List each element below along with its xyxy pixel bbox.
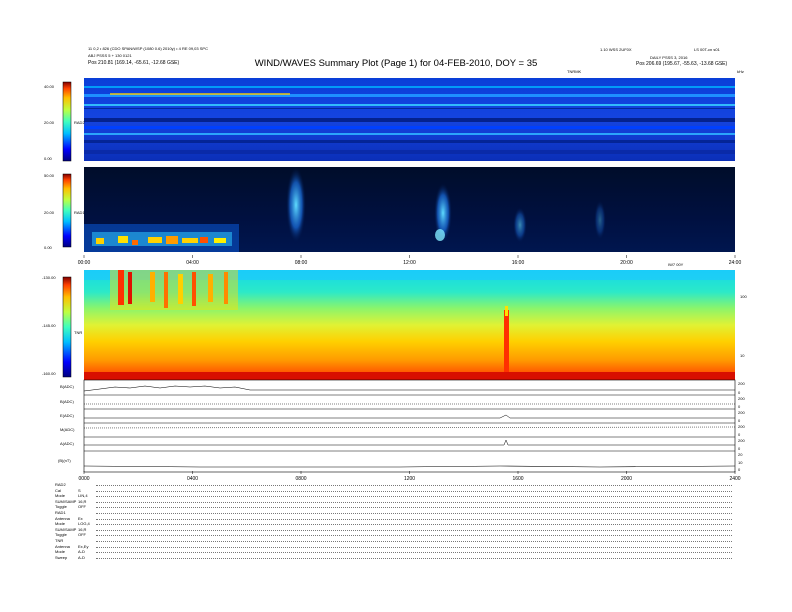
rad1-tick-top: 50.00	[44, 173, 55, 178]
footer-value: OFF	[78, 532, 86, 538]
footer-dotted-rule	[96, 501, 732, 503]
lower-time-tick-label: 2400	[729, 476, 740, 482]
line-right-5-top: 200	[738, 438, 745, 443]
lower-time-tick-label: 2000	[621, 476, 632, 482]
footer-key: Antenna	[55, 543, 70, 549]
footer-key: Antenna	[55, 515, 70, 521]
lower-time-tick-label: 1600	[512, 476, 523, 482]
line-right-3-top: 200	[738, 410, 745, 415]
footer-key: TNR	[55, 538, 64, 543]
line-right-1-bot: 0	[738, 390, 741, 395]
rad2-tick-top: 40.00	[44, 84, 55, 89]
upper-time-axis: 00:00 04:00 08:00 12:00 16:00 20:00 24:00	[78, 255, 742, 266]
tnr-tick-mid: -145.00	[42, 323, 56, 328]
rad2-tick-mid: 20.00	[44, 120, 55, 125]
footer-key: Toggle	[55, 532, 67, 538]
footer-value: OFF	[78, 504, 86, 510]
upper-time-tick-label: 08:00	[295, 260, 308, 266]
footer-dotted-rule	[96, 490, 732, 492]
line-label-5: A(ADC)	[60, 441, 74, 446]
tnr-tick-bottom: -160.00	[42, 371, 56, 376]
tnr-spectrogram	[84, 270, 735, 380]
footer-dotted-rule	[96, 541, 732, 542]
rad1-label: RAD1	[74, 210, 85, 215]
line-right-4-top: 200	[738, 424, 745, 429]
summary-plot: 00:00 04:00 08:00 12:00 16:00 20:00 24:00 0000…	[62, 78, 742, 482]
upper-time-tick-label: 20:00	[620, 260, 633, 266]
footer-value: A-D	[78, 554, 85, 560]
line-right-6-c: 0	[738, 467, 741, 472]
rad1-colorbar	[62, 173, 72, 248]
footer-key: Mode	[55, 521, 66, 527]
lower-time-tick-label: 0400	[187, 476, 198, 482]
rad2-colorbar	[62, 81, 72, 162]
footer-value: LOG,4	[78, 521, 90, 527]
footer-dotted-rule	[96, 552, 732, 554]
lower-time-tick-label: 0000	[78, 476, 89, 482]
footer-key: SUM/SAMP	[55, 498, 77, 504]
upper-time-tick-label: 24:00	[729, 260, 742, 266]
footer-value: Ex	[78, 515, 83, 521]
footer-value: 16,R	[78, 498, 87, 504]
footer-value: 16,R	[78, 526, 87, 532]
tnr-right-tick-10: 10	[740, 353, 745, 358]
upper-time-tick-label: 04:00	[186, 260, 199, 266]
footer-dotted-rule	[96, 557, 732, 559]
footer-key: Mode	[55, 493, 66, 499]
line-label-6: (B)(nT)	[58, 458, 71, 463]
lower-time-axis: 0000 0400 0800 1200 1600 2000 2400	[78, 471, 741, 482]
tnr-right-tick-100: 100	[740, 294, 747, 299]
line-right-3-bot: 0	[738, 418, 741, 423]
footer-key: SUM/SAMP	[55, 526, 77, 532]
footer-value: Ex,Ey	[78, 543, 89, 549]
footer-dotted-rule	[96, 513, 732, 514]
line-label-4: M(ADC)	[60, 427, 75, 432]
rad1-tick-bottom: 0.00	[44, 245, 52, 250]
rad1-spectrogram	[84, 167, 735, 252]
upper-axis-right-label: IW7 00Y	[668, 262, 684, 267]
footer-dotted-rule	[96, 524, 732, 526]
tnr-tick-top: -130.00	[42, 275, 56, 280]
line-label-3: E(ADC)	[60, 413, 74, 418]
footer-dotted-rule	[96, 485, 732, 486]
footer-value: LIN,4	[78, 493, 88, 499]
footer-value: A-D	[78, 549, 85, 555]
footer-dotted-rule	[96, 496, 732, 498]
line-right-6-b: 10	[738, 460, 743, 465]
line-right-4-bot: 0	[738, 432, 741, 437]
line-right-2-top: 200	[738, 396, 745, 401]
rad2-tick-bottom: 0.00	[44, 156, 52, 161]
footer-key: Toggle	[55, 504, 67, 510]
upper-time-tick-label: 12:00	[403, 260, 416, 266]
line-panels	[83, 379, 736, 473]
line-right-1-top: 200	[738, 381, 745, 386]
footer-key: Cal	[55, 487, 62, 493]
footer-key: Sweep	[55, 554, 68, 560]
footer-value: S	[78, 487, 81, 493]
upper-time-tick-label: 16:00	[512, 260, 525, 266]
line-label-1: B(ADC)	[60, 384, 74, 389]
footer-dotted-rule	[96, 529, 732, 531]
rad2-spectrogram	[84, 78, 735, 161]
footer-dotted-rule	[96, 507, 732, 509]
line-right-2-bot: 0	[738, 404, 741, 409]
footer-dotted-rule	[96, 535, 732, 537]
rad1-tick-mid: 20.00	[44, 210, 55, 215]
footer-key: Mode	[55, 549, 66, 555]
footer-key: RAD1	[55, 510, 66, 515]
tnr-label: TNR	[74, 330, 83, 335]
line-label-2: B(ADC)	[60, 399, 74, 404]
footer-dotted-rule	[96, 518, 732, 520]
upper-time-tick-label: 00:00	[78, 260, 91, 266]
footer-dotted-rule	[96, 546, 732, 548]
line-right-5-bot: 0	[738, 446, 741, 451]
tnr-colorbar	[62, 276, 72, 378]
lower-time-tick-label: 0800	[295, 476, 306, 482]
line-right-6-a: 20	[738, 452, 743, 457]
rad2-label: RAD2	[74, 120, 85, 125]
footer-key: RAD2	[55, 482, 66, 487]
lower-time-tick-label: 1200	[404, 476, 415, 482]
